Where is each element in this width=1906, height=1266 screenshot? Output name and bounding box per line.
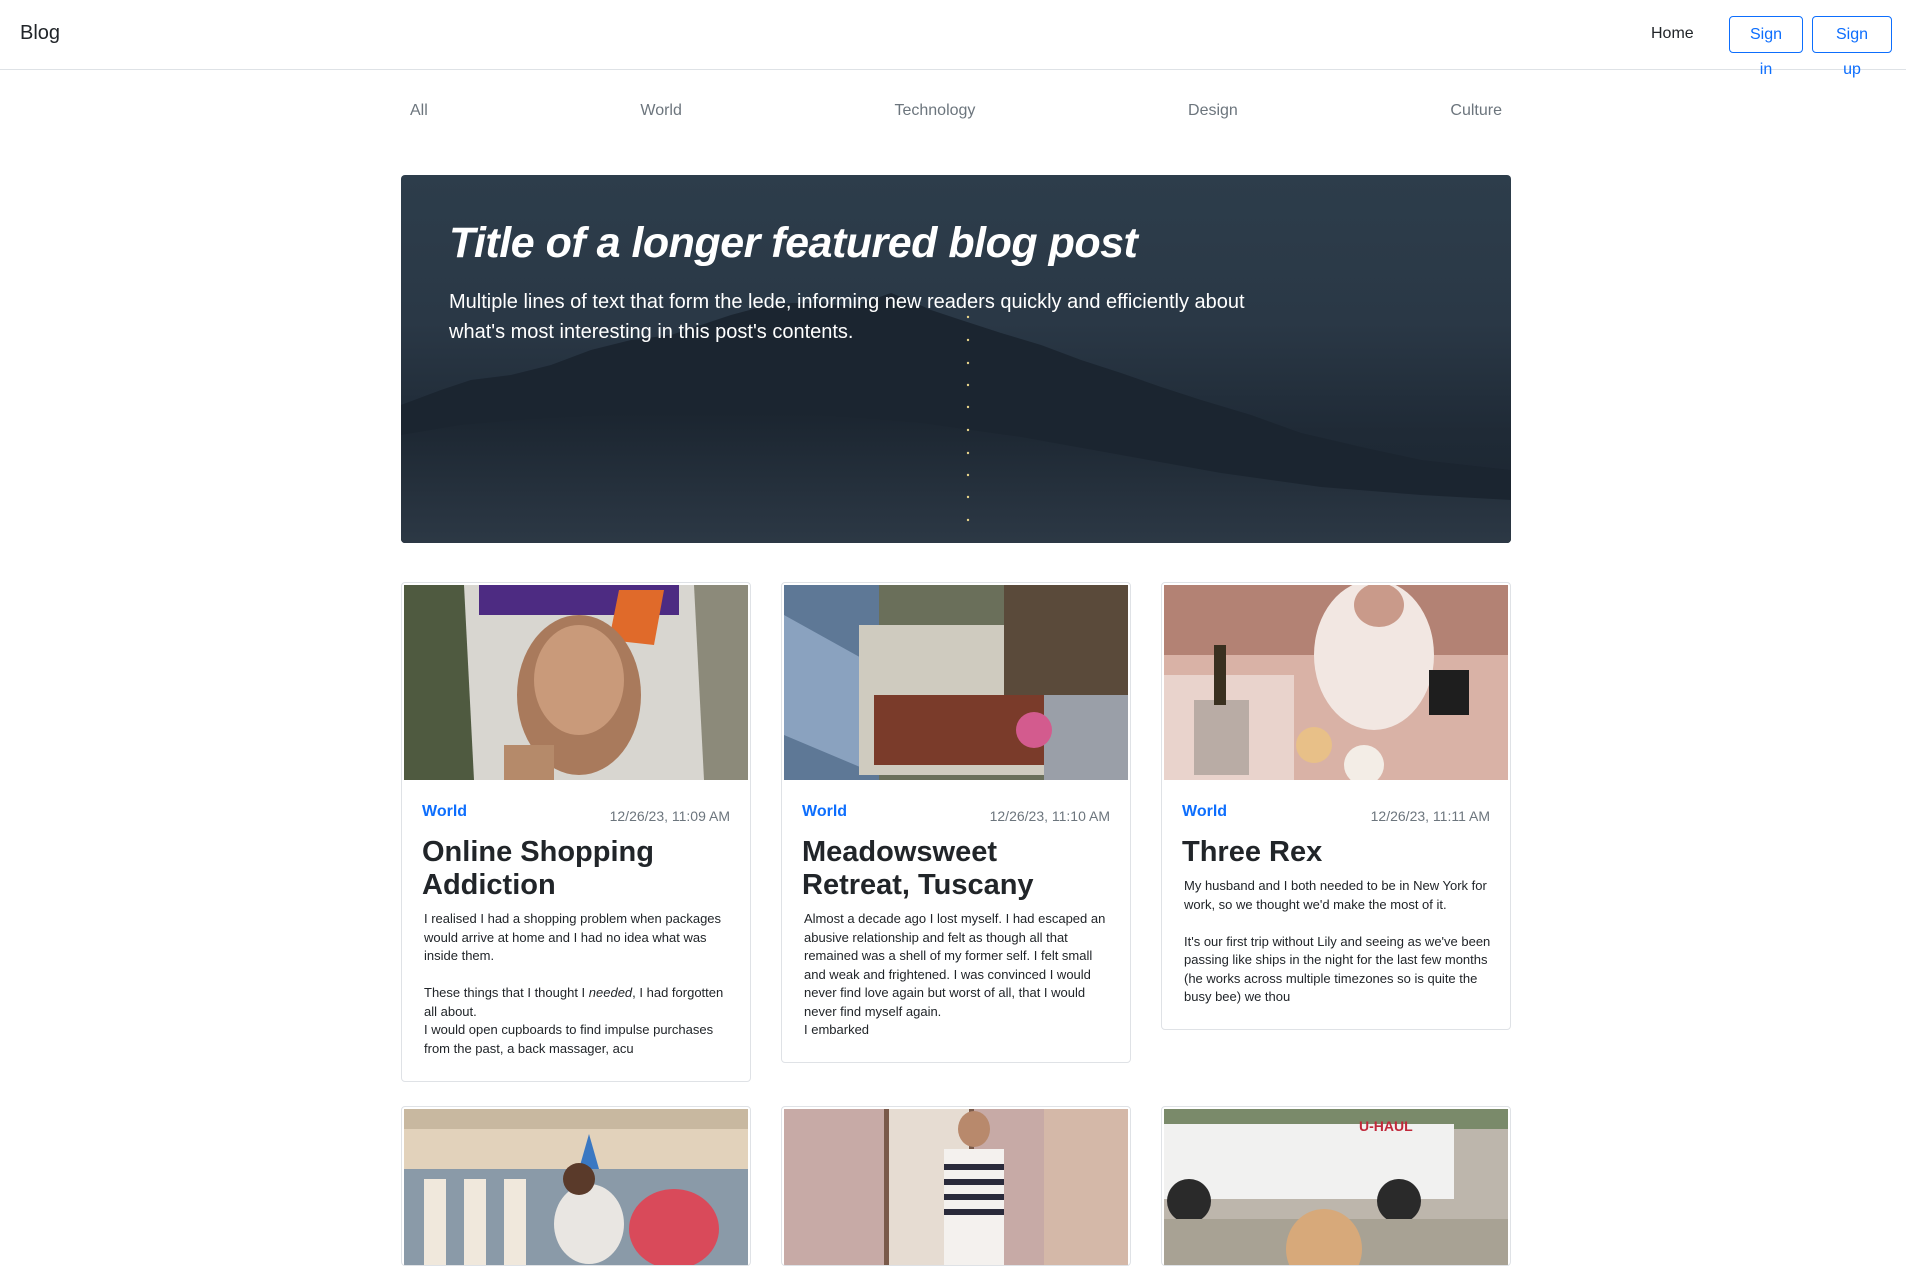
post-card[interactable]: World 12/26/23, 11:11 AM Three Rex My hu… [1161,582,1511,1030]
post-title[interactable]: Three Rex [1182,836,1492,869]
post-category[interactable]: World [422,803,467,821]
post-date: 12/26/23, 11:11 AM [1370,808,1490,824]
post-image[interactable] [1164,585,1508,780]
hero-lede: Multiple lines of text that form the led… [449,291,1245,343]
post-image[interactable] [404,585,748,780]
post-title[interactable]: Online Shopping Addiction [422,836,732,902]
excerpt-paragraph: My husband and I both needed to be in Ne… [1184,878,1487,912]
post-card[interactable] [781,1106,1131,1266]
category-all[interactable]: All [401,102,437,120]
sign-in-button[interactable]: Sign in [1729,16,1803,78]
category-design[interactable]: Design [1179,102,1247,120]
excerpt-paragraph: Almost a decade ago I lost myself. I had… [804,911,1106,1019]
post-image[interactable] [404,1109,748,1265]
post-excerpt: Almost a decade ago I lost myself. I had… [804,910,1114,1040]
post-excerpt: I realised I had a shopping problem when… [424,910,734,1058]
nav-home-link[interactable]: Home [1651,25,1694,43]
excerpt-paragraph: I embarked [804,1022,870,1037]
excerpt-paragraph: It's our first trip without Lily and see… [1184,933,1491,1005]
post-date: 12/26/23, 11:10 AM [989,808,1110,824]
post-card[interactable]: World 12/26/23, 11:09 AM Online Shopping… [401,582,751,1082]
featured-post-hero[interactable]: Title of a longer featured blog post Mul… [401,175,1511,543]
post-card[interactable]: World 12/26/23, 11:10 AM Meadowsweet Ret… [781,582,1131,1063]
post-image[interactable]: U-HAUL [1164,1109,1508,1265]
post-card[interactable]: U-HAUL [1161,1106,1511,1266]
van-brand-text: U-HAUL [1359,1118,1413,1134]
post-title[interactable]: Meadowsweet Retreat, Tuscany [802,836,1112,902]
excerpt-paragraph: I would open cupboards to find impulse p… [424,1022,714,1056]
post-image[interactable] [784,585,1128,780]
category-technology[interactable]: Technology [885,102,984,120]
category-culture[interactable]: Culture [1441,102,1511,120]
navbar: Blog Home Sign in Sign up [0,0,1906,78]
excerpt-paragraph: I realised I had a shopping problem when… [424,911,722,963]
category-world[interactable]: World [631,102,691,120]
hero-title[interactable]: Title of a longer featured blog post [449,219,1449,268]
brand-logo[interactable]: Blog [20,22,60,45]
post-card[interactable] [401,1106,751,1266]
post-category[interactable]: World [1182,803,1227,821]
post-excerpt: My husband and I both needed to be in Ne… [1184,877,1494,1007]
post-date: 12/26/23, 11:09 AM [609,808,730,824]
sign-up-button[interactable]: Sign up [1812,16,1892,78]
post-category[interactable]: World [802,803,847,821]
category-nav: All World Technology Design Culture [401,96,1511,126]
post-image[interactable] [784,1109,1128,1265]
excerpt-paragraph: These things that I thought I needed, I … [424,985,724,1019]
